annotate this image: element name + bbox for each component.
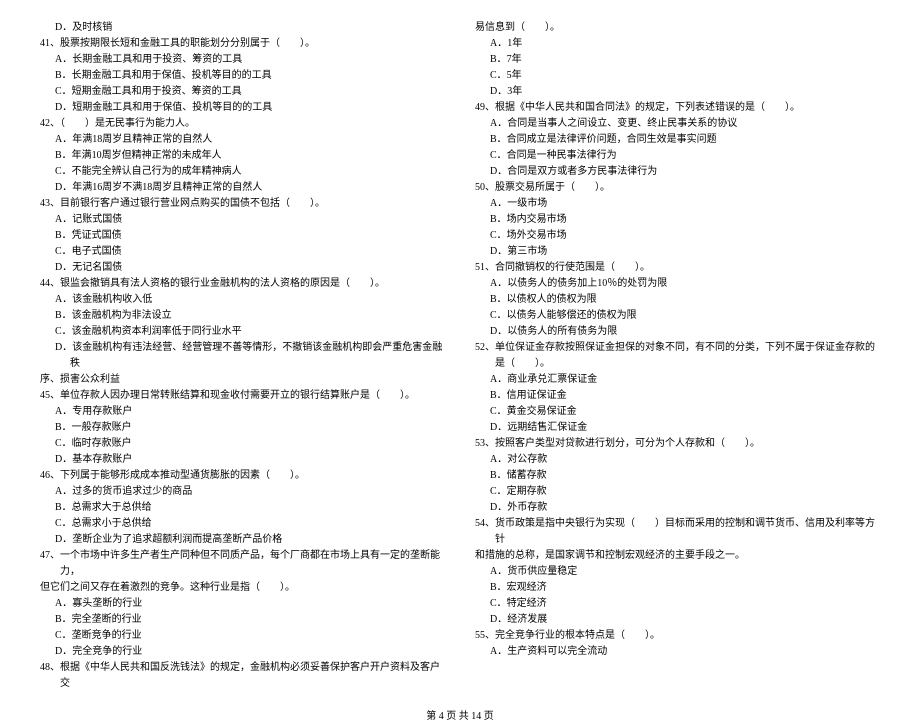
answer-option: B．以债权人的债权为限 [475, 292, 880, 308]
right-column: 易信息到（ ）。A．1年B．7年C．5年D．3年49、根据《中华人民共和国合同法… [475, 20, 880, 692]
answer-option: A．过多的货币追求过少的商品 [40, 484, 445, 500]
answer-option: D．以债务人的所有债务为限 [475, 324, 880, 340]
answer-option: A．对公存款 [475, 452, 880, 468]
answer-option: C．总需求小于总供给 [40, 516, 445, 532]
answer-option: C．电子式国债 [40, 244, 445, 260]
answer-option: D．垄断企业为了追求超额利润而提高垄断产品价格 [40, 532, 445, 548]
answer-option: B．场内交易市场 [475, 212, 880, 228]
question-stem: 43、目前银行客户通过银行营业网点购买的国债不包括（ ）。 [40, 196, 445, 212]
question-stem: 44、银监会撤销具有法人资格的银行业金融机构的法人资格的原因是（ ）。 [40, 276, 445, 292]
answer-option: B．7年 [475, 52, 880, 68]
answer-option: D．经济发展 [475, 612, 880, 628]
answer-option: B．储蓄存款 [475, 468, 880, 484]
question-stem: 53、按照客户类型对贷款进行划分，可分为个人存款和（ ）。 [475, 436, 880, 452]
answer-option: D．该金融机构有违法经营、经营管理不善等情形，不撤销该金融机构即会严重危害金融秩 [40, 340, 445, 372]
answer-option: A．寡头垄断的行业 [40, 596, 445, 612]
answer-option: D．无记名国债 [40, 260, 445, 276]
answer-option: A．长期金融工具和用于投资、筹资的工具 [40, 52, 445, 68]
question-stem: 48、根据《中华人民共和国反洗钱法》的规定，金融机构必须妥善保护客户开户资料及客… [40, 660, 445, 692]
question-stem: 50、股票交易所属于（ ）。 [475, 180, 880, 196]
answer-option: C．定期存款 [475, 484, 880, 500]
question-stem: 42、（ ）是无民事行为能力人。 [40, 116, 445, 132]
answer-option: A．年满18周岁且精神正常的自然人 [40, 132, 445, 148]
answer-option: C．垄断竞争的行业 [40, 628, 445, 644]
answer-option: D．年满16周岁不满18周岁且精神正常的自然人 [40, 180, 445, 196]
answer-option: D．3年 [475, 84, 880, 100]
answer-option: B．总需求大于总供给 [40, 500, 445, 516]
answer-option: A．合同是当事人之间设立、变更、终止民事关系的协议 [475, 116, 880, 132]
left-column: D．及时核销41、股票按期限长短和金融工具的职能划分分别属于（ ）。A．长期金融… [40, 20, 445, 692]
answer-option: C．以债务人能够偿还的债权为限 [475, 308, 880, 324]
text-line: 和措施的总称，是国家调节和控制宏观经济的主要手段之一。 [475, 548, 880, 564]
answer-option: A．1年 [475, 36, 880, 52]
exam-page-content: D．及时核销41、股票按期限长短和金融工具的职能划分分别属于（ ）。A．长期金融… [40, 20, 880, 692]
answer-option: D．远期结售汇保证金 [475, 420, 880, 436]
answer-option: B．凭证式国债 [40, 228, 445, 244]
answer-option: D．合同是双方或者多方民事法律行为 [475, 164, 880, 180]
answer-option: D．完全竞争的行业 [40, 644, 445, 660]
answer-option: C．短期金融工具和用于投资、筹资的工具 [40, 84, 445, 100]
question-stem: 46、下列属于能够形成成本推动型通货膨胀的因素（ ）。 [40, 468, 445, 484]
answer-option: C．合同是一种民事法律行为 [475, 148, 880, 164]
question-stem: 51、合同撤销权的行使范围是（ ）。 [475, 260, 880, 276]
answer-option: A．该金融机构收入低 [40, 292, 445, 308]
answer-option: A．一级市场 [475, 196, 880, 212]
answer-option: B．合同成立是法律评价问题，合同生效是事实问题 [475, 132, 880, 148]
question-stem: 55、完全竞争行业的根本特点是（ ）。 [475, 628, 880, 644]
answer-option: A．记账式国债 [40, 212, 445, 228]
page-footer: 第 4 页 共 14 页 [40, 707, 880, 722]
text-line: 但它们之间又存在着激烈的竞争。这种行业是指（ ）。 [40, 580, 445, 596]
text-line: 易信息到（ ）。 [475, 20, 880, 36]
answer-option: D．短期金融工具和用于保值、投机等目的的工具 [40, 100, 445, 116]
answer-option: C．场外交易市场 [475, 228, 880, 244]
text-line: 序、损害公众利益 [40, 372, 445, 388]
question-stem: 54、货币政策是指中央银行为实现（ ）目标而采用的控制和调节货币、信用及利率等方… [475, 516, 880, 548]
answer-option: A．以债务人的债务加上10％的处罚为限 [475, 276, 880, 292]
answer-option: B．年满10周岁但精神正常的未成年人 [40, 148, 445, 164]
answer-option: B．一般存款账户 [40, 420, 445, 436]
answer-option: A．生产资料可以完全流动 [475, 644, 880, 660]
answer-option: B．完全垄断的行业 [40, 612, 445, 628]
answer-option: C．不能完全辨认自己行为的成年精神病人 [40, 164, 445, 180]
answer-option: C．5年 [475, 68, 880, 84]
answer-option: B．该金融机构为非法设立 [40, 308, 445, 324]
answer-option: C．特定经济 [475, 596, 880, 612]
answer-option: D．外币存款 [475, 500, 880, 516]
answer-option: C．临时存款账户 [40, 436, 445, 452]
answer-option: A．商业承兑汇票保证金 [475, 372, 880, 388]
answer-option: D．基本存款账户 [40, 452, 445, 468]
question-stem: 49、根据《中华人民共和国合同法》的规定，下列表述错误的是（ ）。 [475, 100, 880, 116]
question-stem: 45、单位存款人因办理日常转账结算和现金收付需要开立的银行结算账户是（ ）。 [40, 388, 445, 404]
answer-option: B．宏观经济 [475, 580, 880, 596]
answer-option: B．长期金融工具和用于保值、投机等目的的工具 [40, 68, 445, 84]
answer-option: A．专用存款账户 [40, 404, 445, 420]
answer-option: C．该金融机构资本利润率低于同行业水平 [40, 324, 445, 340]
question-stem: 52、单位保证金存款按照保证金担保的对象不同，有不同的分类，下列不属于保证金存款… [475, 340, 880, 372]
answer-option: B．信用证保证金 [475, 388, 880, 404]
answer-option: A．货币供应量稳定 [475, 564, 880, 580]
question-stem: 47、一个市场中许多生产者生产同种但不同质产品，每个厂商都在市场上具有一定的垄断… [40, 548, 445, 580]
question-stem: 41、股票按期限长短和金融工具的职能划分分别属于（ ）。 [40, 36, 445, 52]
answer-option: C．黄金交易保证金 [475, 404, 880, 420]
answer-option: D．第三市场 [475, 244, 880, 260]
answer-option: D．及时核销 [40, 20, 445, 36]
